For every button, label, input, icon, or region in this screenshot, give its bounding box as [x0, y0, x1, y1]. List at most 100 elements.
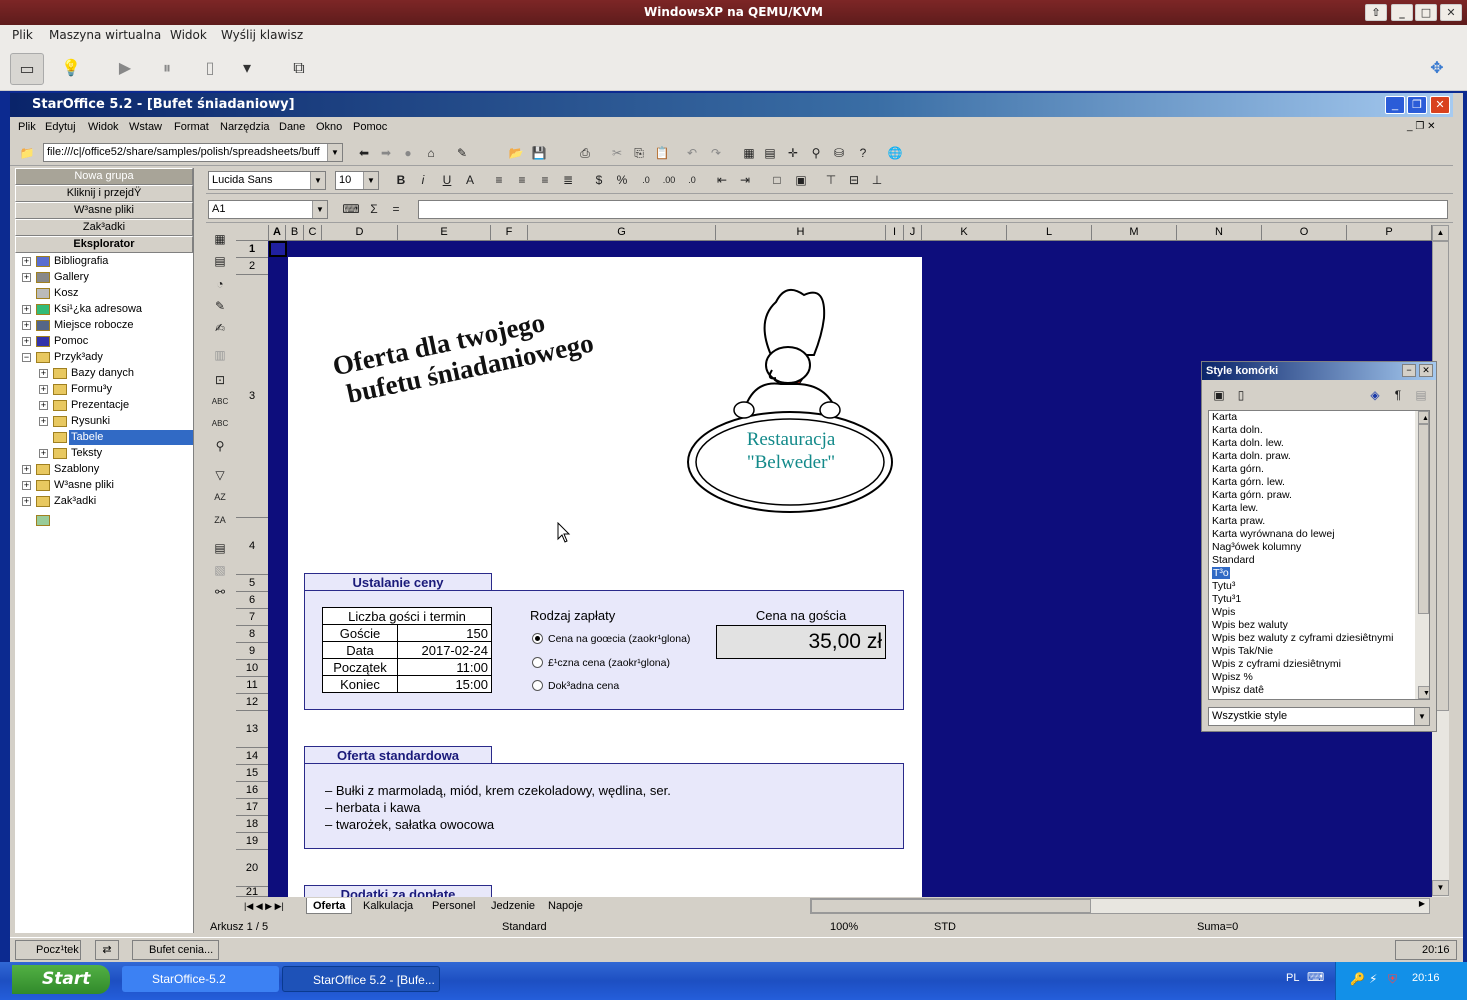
status-mode[interactable]: STD: [934, 921, 956, 933]
col-header-h[interactable]: H: [716, 225, 886, 240]
help-icon[interactable]: ?: [854, 144, 872, 162]
menu-dane[interactable]: Dane: [279, 121, 305, 133]
scroll-right-icon[interactable]: ▶: [1415, 899, 1429, 913]
host-menu-plik[interactable]: Plik: [12, 28, 33, 42]
indent-increase-icon[interactable]: ⇥: [736, 171, 754, 189]
font-color-icon[interactable]: A: [461, 171, 479, 189]
end-value[interactable]: 15:00: [397, 675, 492, 693]
tab-personel[interactable]: Personel: [426, 898, 481, 914]
style-item[interactable]: Karta górn. praw.: [1209, 489, 1429, 502]
col-header-b[interactable]: B: [286, 225, 304, 240]
expand-icon[interactable]: +: [22, 337, 31, 346]
host-minimize-button[interactable]: _: [1391, 4, 1413, 21]
explorer-splitter[interactable]: [193, 168, 206, 933]
screens-icon[interactable]: ⧉: [282, 53, 316, 85]
style-item[interactable]: Wpis: [1209, 606, 1429, 619]
page-styles-icon[interactable]: ▯: [1232, 386, 1250, 404]
tree-item-formuly[interactable]: Formu³y: [71, 381, 112, 397]
expand-icon[interactable]: +: [39, 401, 48, 410]
guests-value[interactable]: 150: [397, 624, 492, 642]
panel-minimize-button[interactable]: −: [1402, 364, 1416, 377]
collapse-icon[interactable]: −: [22, 353, 31, 362]
scroll-up-icon[interactable]: ▲: [1432, 225, 1449, 241]
row-header-19[interactable]: 19: [236, 833, 268, 850]
style-item-selected[interactable]: T³o: [1212, 567, 1230, 579]
status-zoom[interactable]: 100%: [830, 921, 858, 933]
row-header-15[interactable]: 15: [236, 765, 268, 782]
row-header-12[interactable]: 12: [236, 694, 268, 711]
spellcheck-icon[interactable]: ABC: [211, 393, 229, 411]
row-header-20[interactable]: 20: [236, 850, 268, 887]
row-header-8[interactable]: 8: [236, 626, 268, 643]
style-item[interactable]: Tytu³: [1209, 580, 1429, 593]
cut-icon[interactable]: ✂: [608, 144, 626, 162]
home-icon[interactable]: ⌂: [422, 144, 440, 162]
expand-icon[interactable]: +: [39, 449, 48, 458]
function-icon[interactable]: =: [387, 200, 405, 218]
chart-icon[interactable]: ◔: [211, 275, 229, 293]
stylist-icon[interactable]: ▤: [761, 144, 779, 162]
tree-item-szablony[interactable]: Szablony: [54, 461, 99, 477]
tree-item-bibliografia[interactable]: Bibliografia: [54, 253, 108, 269]
tab-napoje[interactable]: Napoje: [542, 898, 589, 914]
style-item[interactable]: Tytu³1: [1209, 593, 1429, 606]
function-autopilot-icon[interactable]: ⌨: [342, 200, 360, 218]
add-decimal-icon[interactable]: .00: [660, 171, 678, 189]
keyboard-icon[interactable]: ⌨: [1307, 970, 1324, 984]
task-staroffice-window[interactable]: StarOffice 5.2 - [Bufe...: [282, 966, 440, 992]
expand-icon[interactable]: +: [39, 369, 48, 378]
tree-item-miejsce[interactable]: Miejsce robocze: [54, 317, 133, 333]
row-header-3[interactable]: 3: [236, 275, 268, 518]
tree-item-gallery[interactable]: Gallery: [54, 269, 89, 285]
col-header-d[interactable]: D: [322, 225, 398, 240]
style-item[interactable]: Wpisz %: [1209, 671, 1429, 684]
copy-icon[interactable]: ⎘: [630, 144, 648, 162]
fill-format-icon[interactable]: ◈: [1366, 386, 1384, 404]
col-header-g[interactable]: G: [528, 225, 716, 240]
tree-item-bazy[interactable]: Bazy danych: [71, 365, 134, 381]
style-item[interactable]: Karta: [1209, 411, 1429, 424]
style-item[interactable]: Wpis bez waluty z cyframi dziesiêtnymi: [1209, 632, 1429, 645]
monitor-icon[interactable]: ▭: [10, 53, 44, 85]
radio-total[interactable]: [532, 657, 543, 668]
host-menu-maszyna[interactable]: Maszyna wirtualna: [49, 28, 161, 42]
horizontal-scrollbar[interactable]: ▶: [810, 898, 1430, 914]
edit-points-icon[interactable]: ⊡: [211, 371, 229, 389]
print-icon[interactable]: ⎙: [576, 144, 594, 162]
chevron-down-icon[interactable]: ▼: [1414, 708, 1429, 725]
align-bottom-icon[interactable]: ⊥: [868, 171, 886, 189]
menu-pomoc[interactable]: Pomoc: [353, 121, 387, 133]
style-item[interactable]: Karta praw.: [1209, 515, 1429, 528]
style-item[interactable]: Karta doln.: [1209, 424, 1429, 437]
style-item[interactable]: Wpis Tak/Nie: [1209, 645, 1429, 658]
host-menu-klawisz[interactable]: Wyślij klawisz: [221, 28, 303, 42]
chevron-down-icon[interactable]: ▼: [310, 172, 325, 189]
stop-icon[interactable]: ●: [399, 144, 417, 162]
redo-icon[interactable]: ↷: [707, 144, 725, 162]
show-form-icon[interactable]: ▥: [211, 346, 229, 364]
col-header-m[interactable]: M: [1092, 225, 1177, 240]
switch-icon[interactable]: ⇄: [95, 940, 119, 960]
tree-item-prezentacje[interactable]: Prezentacje: [71, 397, 129, 413]
folder-icon[interactable]: 📁: [18, 144, 36, 162]
panel-close-button[interactable]: ✕: [1419, 364, 1433, 377]
col-header-l[interactable]: L: [1007, 225, 1092, 240]
indent-decrease-icon[interactable]: ⇤: [713, 171, 731, 189]
desktop-task-button[interactable]: Bufet cenia...: [132, 940, 219, 960]
expand-icon[interactable]: +: [22, 321, 31, 330]
open-icon[interactable]: 📂: [507, 144, 525, 162]
row-header-13[interactable]: 13: [236, 711, 268, 748]
selected-cell-a1[interactable]: [269, 241, 287, 257]
gallery-icon[interactable]: ⚲: [807, 144, 825, 162]
expand-icon[interactable]: +: [39, 385, 48, 394]
menu-wstaw[interactable]: Wstaw: [129, 121, 162, 133]
group-icon[interactable]: ▧: [211, 561, 229, 579]
doc-minimize-button[interactable]: _ ❐ ✕: [1407, 121, 1435, 132]
chevron-down-icon[interactable]: ▼: [363, 172, 378, 189]
styles-filter[interactable]: Wszystkie style ▼: [1208, 707, 1430, 726]
expand-icon[interactable]: +: [22, 497, 31, 506]
data-source-icon[interactable]: ⛁: [830, 144, 848, 162]
chevron-down-icon[interactable]: ▼: [327, 144, 342, 161]
underline-icon[interactable]: U: [438, 171, 456, 189]
scroll-up-icon[interactable]: ▲: [1418, 411, 1429, 424]
